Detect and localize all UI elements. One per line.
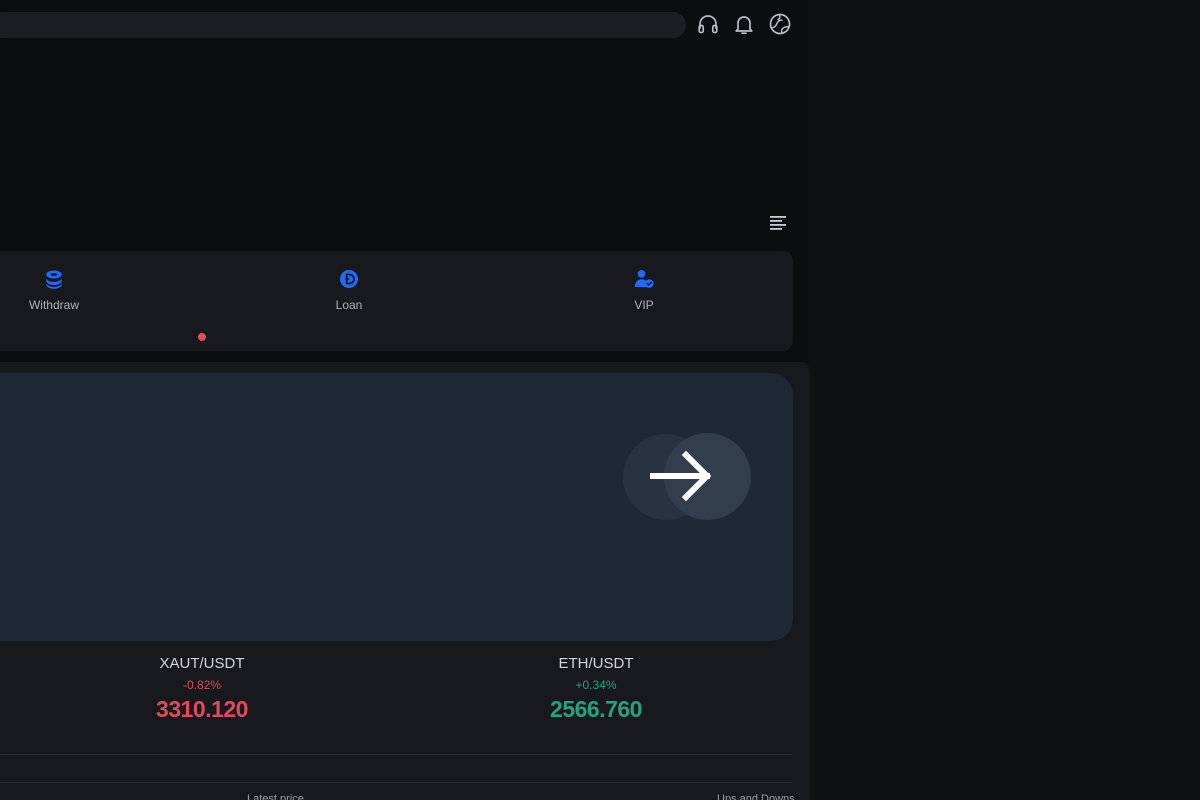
ticker-price: 2566.760 xyxy=(550,696,642,722)
withdraw-coins-icon xyxy=(46,270,62,289)
vip-label: VIP xyxy=(634,298,654,312)
globe-icon[interactable] xyxy=(768,12,792,36)
headset-icon[interactable] xyxy=(696,12,720,36)
banner-next-button[interactable] xyxy=(623,433,751,521)
ticker-eth[interactable]: ETH/USDT +0.34% 2566.760 xyxy=(486,655,706,723)
table-header-divider xyxy=(0,782,792,783)
ups-downs-header: Ups and Downs xyxy=(717,793,795,800)
withdraw-button[interactable]: Withdraw xyxy=(0,268,114,312)
header-icons xyxy=(696,12,792,36)
ticker-pair: ETH/USDT xyxy=(558,655,634,672)
market-divider xyxy=(0,754,792,755)
ticker-xaut[interactable]: XAUT/USDT -0.82% 3310.120 xyxy=(92,655,312,723)
vip-button[interactable]: VIP xyxy=(584,268,704,312)
arrow-right-icon xyxy=(650,450,712,502)
latest-price-header: Latest price xyxy=(247,793,304,800)
vip-user-icon xyxy=(634,270,654,288)
loan-label: Loan xyxy=(335,298,363,312)
bell-icon[interactable] xyxy=(732,12,756,36)
page: Withdraw Loan VIP XAUT/USDT -0.82% 3310.… xyxy=(0,0,1200,800)
search-bar[interactable] xyxy=(0,12,686,38)
carousel-dot-active[interactable] xyxy=(198,333,206,341)
ticker-change: +0.34% xyxy=(575,678,617,692)
loan-coin-icon xyxy=(340,270,358,288)
menu-lines-icon[interactable] xyxy=(768,214,788,232)
ticker-change: -0.82% xyxy=(182,678,222,692)
quick-actions-panel: Withdraw Loan VIP xyxy=(0,251,793,351)
loan-button[interactable]: Loan xyxy=(289,268,409,312)
withdraw-label: Withdraw xyxy=(28,298,79,312)
ticker-price: 3310.120 xyxy=(156,696,248,722)
ticker-pair: XAUT/USDT xyxy=(159,655,245,672)
